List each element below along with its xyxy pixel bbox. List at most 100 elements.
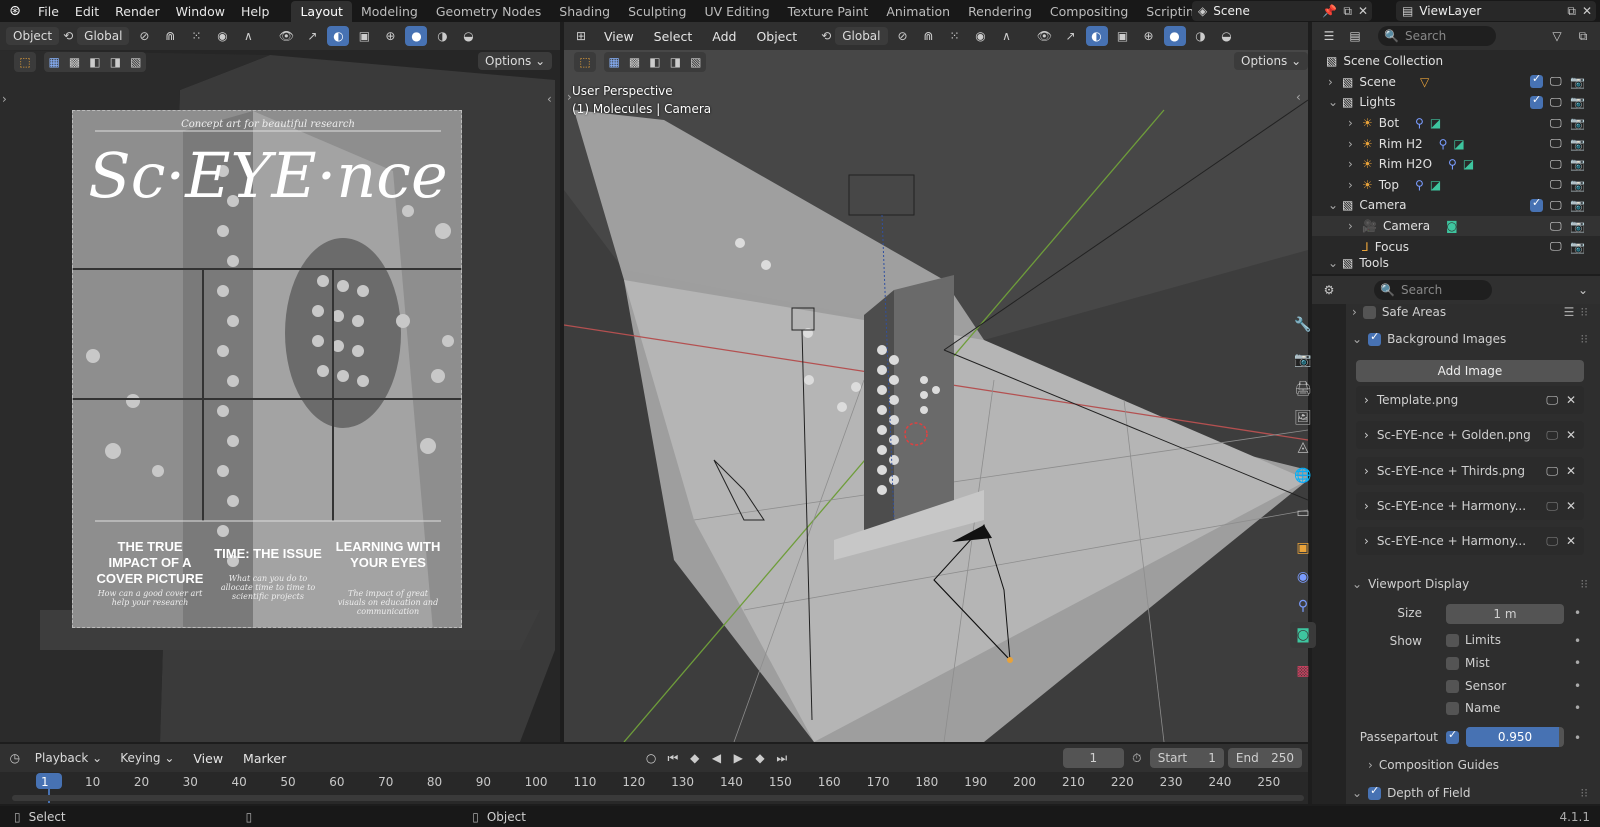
jump-keyframe-back-icon[interactable]: ◆	[686, 748, 704, 768]
left-toolbar-toggle-icon[interactable]: ›	[2, 92, 7, 106]
properties-search[interactable]: 🔍 Search	[1374, 280, 1492, 300]
menu-edit[interactable]: Edit	[67, 4, 107, 19]
viewport-toggle-icon[interactable]: 🖵	[1550, 116, 1562, 131]
playback-menu[interactable]: Playback ⌄	[28, 749, 109, 767]
main-select-invert-icon[interactable]: ◨	[670, 55, 681, 69]
expand-icon[interactable]: ›	[1364, 464, 1369, 478]
tool-tab-icon[interactable]: 🔧	[1290, 312, 1316, 338]
show-in-viewport-icon[interactable]: 🖵	[1546, 464, 1558, 479]
keyframe-dot-icon[interactable]: •	[1574, 679, 1581, 693]
expand-icon[interactable]: ›	[1328, 75, 1342, 89]
drag-handle-icon[interactable]: ⁝⁝	[1580, 786, 1588, 800]
outliner-row-rim-h2o[interactable]: › ☀ Rim H2O ⚲ ◪ 🖵 📷	[1312, 154, 1600, 175]
expand-icon[interactable]: ›	[1348, 219, 1362, 233]
show-sensor-row[interactable]: Sensor	[1446, 679, 1506, 693]
keyframe-dot-icon[interactable]: •	[1574, 656, 1581, 670]
main-selection-mode-group[interactable]: ▦ ▩ ◧ ◨ ▧	[604, 52, 706, 72]
select-intersect-icon[interactable]: ▧	[130, 55, 141, 69]
jump-keyframe-forward-icon[interactable]: ◆	[751, 748, 769, 768]
tab-uv-editing[interactable]: UV Editing	[695, 1, 778, 22]
current-frame-field[interactable]: 1	[1062, 748, 1124, 768]
viewport-toggle-icon[interactable]: 🖵	[1550, 239, 1562, 254]
render-toggle-icon[interactable]: 📷	[1570, 157, 1585, 171]
outliner-root[interactable]: ▧ Scene Collection	[1312, 51, 1600, 72]
properties-editor-icon[interactable]: ⚙	[1318, 280, 1340, 300]
menu-render[interactable]: Render	[107, 4, 168, 19]
main-xray-icon[interactable]: ▣	[1112, 26, 1134, 46]
main-gizmo-icon[interactable]: ↗	[1060, 26, 1082, 46]
expand-icon[interactable]: ›	[1348, 157, 1362, 171]
show-name-row[interactable]: Name	[1446, 701, 1500, 715]
expand-icon[interactable]: ›	[1348, 137, 1362, 151]
viewport-toggle-icon[interactable]: 🖵	[1550, 74, 1562, 89]
drag-handle-icon[interactable]: ⁝⁝	[1580, 305, 1588, 319]
proportional-icon[interactable]: ◉	[211, 26, 233, 46]
outliner-row-scene[interactable]: › ▧ Scene ▽ 🖵 📷	[1312, 72, 1600, 93]
tab-texture-paint[interactable]: Texture Paint	[779, 1, 878, 22]
show-in-viewport-icon[interactable]: 🖵	[1546, 428, 1558, 443]
remove-image-icon[interactable]: ✕	[1566, 393, 1576, 407]
keyframe-dot-icon[interactable]: •	[1574, 634, 1581, 648]
show-in-viewport-icon[interactable]: 🖵	[1546, 499, 1558, 514]
main-select-tool-icon[interactable]: ⬚	[574, 52, 596, 72]
render-toggle-icon[interactable]: 📷	[1570, 75, 1585, 89]
viewport-toggle-icon[interactable]: 🖵	[1550, 198, 1562, 213]
delete-viewlayer-icon[interactable]: ✕	[1582, 4, 1596, 18]
collapse-icon[interactable]: ⌄	[1352, 332, 1362, 346]
main-rendered-shading-icon[interactable]: ◒	[1216, 26, 1238, 46]
collection-tab-icon[interactable]: ▭	[1290, 500, 1316, 526]
viewport-toggle-icon[interactable]: 🖵	[1550, 95, 1562, 110]
left-options-dropdown[interactable]: Options ⌄	[478, 52, 553, 70]
play-reverse-icon[interactable]: ◀	[708, 748, 726, 768]
main-visibility-icon[interactable]: 👁	[1034, 26, 1056, 46]
tab-shading[interactable]: Shading	[550, 1, 619, 22]
outliner-row-camera-collection[interactable]: ⌄ ▧ Camera 🖵 📷	[1312, 195, 1600, 216]
outliner-editor-icon[interactable]: ☰	[1318, 26, 1340, 46]
pin-icon[interactable]: 📌	[1322, 4, 1337, 18]
timeline-scrollbar[interactable]	[12, 795, 1304, 801]
main-select-new-icon[interactable]: ▦	[609, 55, 620, 69]
pivot-icon[interactable]: ⊘	[133, 26, 155, 46]
editor-type-icon[interactable]: ⊞	[570, 26, 592, 46]
world-tab-icon[interactable]: 🌐	[1290, 463, 1316, 489]
tab-rendering[interactable]: Rendering	[959, 1, 1041, 22]
viewport-display-row[interactable]: ⌄ Viewport Display ⁝⁝	[1352, 575, 1588, 593]
snap-grid-icon[interactable]: ⁙	[185, 26, 207, 46]
timeline-editor-icon[interactable]: ◷	[6, 748, 24, 768]
keyframe-dot-icon[interactable]: •	[1574, 701, 1581, 715]
delete-scene-icon[interactable]: ✕	[1358, 4, 1372, 18]
properties-options-icon[interactable]: ⌄	[1572, 280, 1594, 300]
depth-of-field-checkbox[interactable]	[1368, 784, 1382, 800]
blender-logo-icon[interactable]: ⊛	[0, 3, 30, 19]
safe-areas-checkbox[interactable]	[1362, 305, 1376, 319]
size-field[interactable]: 1 m	[1446, 604, 1564, 624]
outliner-row-tools[interactable]: ⌄ ▧ Tools	[1312, 257, 1600, 269]
viewport-toggle-icon[interactable]: 🖵	[1550, 157, 1562, 172]
keyframe-dot-icon[interactable]: •	[1574, 731, 1581, 745]
expand-icon[interactable]: ›	[1348, 178, 1362, 192]
scene-tab-icon[interactable]: ◬	[1290, 434, 1316, 460]
keyframe-dot-icon[interactable]: •	[1574, 606, 1581, 620]
main-toolbar-toggle-icon[interactable]: ›	[567, 90, 572, 104]
texture-tab-icon[interactable]: ▩	[1290, 658, 1316, 684]
start-frame-field[interactable]: Start 1	[1149, 748, 1224, 768]
play-icon[interactable]: ▶	[729, 748, 747, 768]
bg-image-row[interactable]: › Sc-EYE-nce + Thirds.png 🖵 ✕	[1356, 457, 1584, 485]
main-falloff-icon[interactable]: ∧	[996, 26, 1018, 46]
main-select-subtract-icon[interactable]: ◧	[649, 55, 660, 69]
tab-animation[interactable]: Animation	[877, 1, 959, 22]
viewport-menu-view[interactable]: View	[596, 29, 642, 44]
timeline-view-menu[interactable]: View	[185, 751, 231, 766]
visibility-icon[interactable]: 👁	[275, 26, 297, 46]
remove-image-icon[interactable]: ✕	[1566, 499, 1576, 513]
display-mode-icon[interactable]: ▤	[1344, 26, 1366, 46]
main-wireframe-shading-icon[interactable]: ⊕	[1138, 26, 1160, 46]
menu-file[interactable]: File	[30, 4, 67, 19]
limits-checkbox[interactable]	[1446, 633, 1459, 647]
viewport-toggle-icon[interactable]: 🖵	[1550, 219, 1562, 234]
camera-data-tab-icon[interactable]: ◙	[1290, 622, 1316, 648]
list-icon[interactable]: ☰	[1564, 305, 1575, 319]
main-proportional-icon[interactable]: ◉	[970, 26, 992, 46]
main-select-extend-icon[interactable]: ▩	[629, 55, 640, 69]
show-in-viewport-icon[interactable]: 🖵	[1546, 534, 1558, 549]
